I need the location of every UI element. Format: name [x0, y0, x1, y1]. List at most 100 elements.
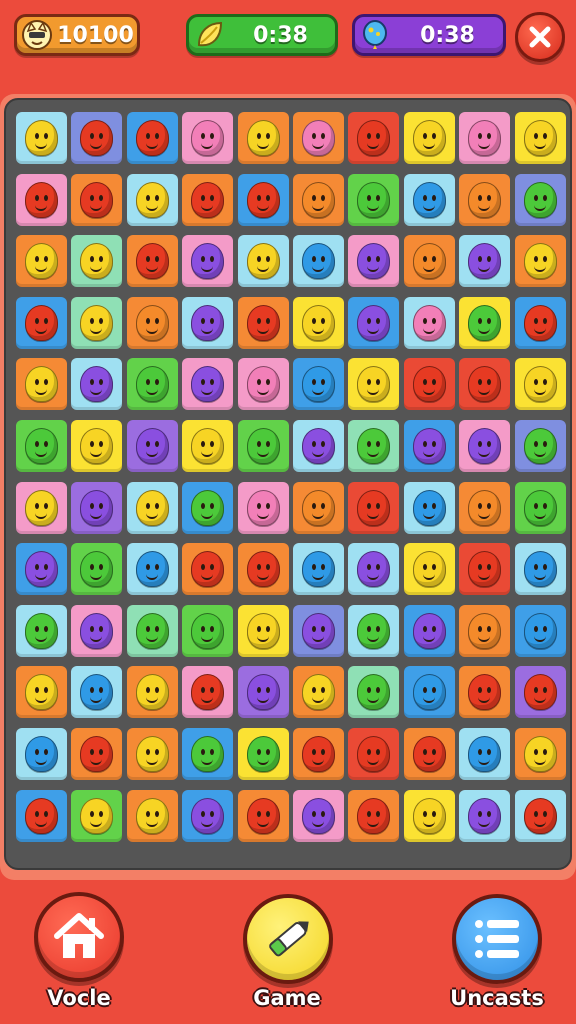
close-button[interactable] — [515, 12, 565, 62]
board-tile[interactable] — [348, 789, 400, 842]
board-tile[interactable] — [182, 481, 234, 534]
board-tile[interactable] — [16, 173, 67, 226]
board-tile[interactable] — [71, 481, 123, 534]
board-tile[interactable] — [459, 173, 511, 226]
board-tile[interactable] — [16, 789, 67, 842]
board-tile[interactable] — [514, 420, 566, 472]
board-tile[interactable] — [71, 666, 123, 719]
board-tile[interactable] — [459, 604, 511, 657]
board-tile[interactable] — [459, 112, 511, 164]
board-tile[interactable] — [459, 481, 511, 534]
board-tile[interactable] — [16, 358, 67, 411]
board-tile[interactable] — [293, 358, 344, 411]
board-tile[interactable] — [293, 112, 344, 164]
board-tile[interactable] — [403, 112, 455, 164]
board-tile[interactable] — [514, 235, 566, 288]
board-tile[interactable] — [348, 235, 400, 288]
board-tile[interactable] — [293, 604, 344, 657]
board-tile[interactable] — [403, 481, 455, 534]
board-tile[interactable] — [348, 604, 400, 657]
board-tile[interactable] — [16, 666, 67, 719]
board-tile[interactable] — [16, 112, 67, 164]
board-tile[interactable] — [237, 666, 289, 719]
board-tile[interactable] — [16, 296, 67, 349]
board-tile[interactable] — [403, 235, 455, 288]
board-tile[interactable] — [126, 543, 178, 596]
board-tile[interactable] — [459, 420, 511, 472]
board-tile[interactable] — [182, 543, 234, 596]
board-tile[interactable] — [16, 543, 67, 596]
board-tile[interactable] — [237, 543, 289, 596]
board-tile[interactable] — [237, 235, 289, 288]
board-tile[interactable] — [459, 358, 511, 411]
board-tile[interactable] — [16, 481, 67, 534]
board-tile[interactable] — [237, 604, 289, 657]
board-tile[interactable] — [16, 728, 67, 780]
board-tile[interactable] — [126, 420, 178, 472]
board-tile[interactable] — [293, 420, 344, 472]
board-tile[interactable] — [16, 235, 67, 288]
board-tile[interactable] — [348, 420, 400, 472]
board-tile[interactable] — [237, 296, 289, 349]
board-tile[interactable] — [71, 604, 123, 657]
board-tile[interactable] — [403, 789, 455, 842]
board-tile[interactable] — [16, 420, 67, 472]
board-tile[interactable] — [293, 666, 344, 719]
board-tile[interactable] — [293, 543, 344, 596]
board-tile[interactable] — [514, 543, 566, 596]
board-tile[interactable] — [126, 296, 178, 349]
board-tile[interactable] — [293, 173, 344, 226]
board-tile[interactable] — [403, 666, 455, 719]
board-tile[interactable] — [348, 728, 400, 780]
board-tile[interactable] — [348, 112, 400, 164]
board-tile[interactable] — [459, 789, 511, 842]
board-tile[interactable] — [348, 358, 400, 411]
board-tile[interactable] — [126, 112, 178, 164]
board-tile[interactable] — [459, 666, 511, 719]
board-tile[interactable] — [126, 789, 178, 842]
board-tile[interactable] — [182, 420, 234, 472]
board-tile[interactable] — [348, 543, 400, 596]
board-tile[interactable] — [126, 173, 178, 226]
board-tile[interactable] — [182, 296, 234, 349]
board-tile[interactable] — [293, 296, 344, 349]
board-tile[interactable] — [348, 173, 400, 226]
game-button[interactable] — [243, 894, 333, 984]
board-tile[interactable] — [16, 604, 67, 657]
board-tile[interactable] — [514, 296, 566, 349]
board-tile[interactable] — [459, 296, 511, 349]
board-tile[interactable] — [348, 481, 400, 534]
board-tile[interactable] — [348, 296, 400, 349]
board-tile[interactable] — [71, 235, 123, 288]
board-tile[interactable] — [71, 728, 123, 780]
board-tile[interactable] — [514, 666, 566, 719]
board-tile[interactable] — [293, 789, 344, 842]
board-tile[interactable] — [237, 358, 289, 411]
board-tile[interactable] — [403, 543, 455, 596]
board-tile[interactable] — [126, 358, 178, 411]
board-tile[interactable] — [514, 358, 566, 411]
board-tile[interactable] — [403, 358, 455, 411]
board-tile[interactable] — [237, 112, 289, 164]
board-tile[interactable] — [126, 728, 178, 780]
board-tile[interactable] — [403, 604, 455, 657]
board-tile[interactable] — [403, 173, 455, 226]
board-tile[interactable] — [182, 173, 234, 226]
board-tile[interactable] — [514, 789, 566, 842]
board-tile[interactable] — [403, 420, 455, 472]
list-button[interactable] — [452, 894, 542, 984]
board-tile[interactable] — [182, 728, 234, 780]
board-tile[interactable] — [182, 112, 234, 164]
board-tile[interactable] — [293, 235, 344, 288]
board-tile[interactable] — [182, 604, 234, 657]
board-tile[interactable] — [71, 420, 123, 472]
board-tile[interactable] — [126, 481, 178, 534]
board-tile[interactable] — [237, 173, 289, 226]
board-tile[interactable] — [237, 789, 289, 842]
board-tile[interactable] — [237, 728, 289, 780]
board-tile[interactable] — [71, 296, 123, 349]
board-tile[interactable] — [514, 728, 566, 780]
board-tile[interactable] — [403, 296, 455, 349]
home-button[interactable] — [34, 892, 124, 982]
board-tile[interactable] — [237, 481, 289, 534]
